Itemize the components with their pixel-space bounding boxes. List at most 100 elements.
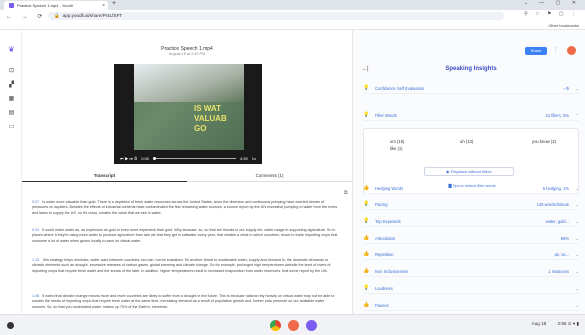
app-sidebar: ❦ ⊡ ▞ ▦ ▤ ▭ ⇄ — [0, 30, 22, 327]
copy-icon[interactable]: ⧉ — [344, 190, 348, 196]
transcript-paragraph: 1:48 It noted that climate change means m… — [32, 294, 335, 309]
lightbulb-icon: 💡 — [363, 85, 370, 91]
os-taskbar: Aug 18 2:56 ⊙ ▾ ▮ — [0, 314, 585, 335]
insight-label: Articulation — [375, 236, 396, 241]
video-caption: IS WAT VALUAB GO — [194, 104, 227, 133]
chevron-icon[interactable]: ⌃ — [576, 110, 579, 121]
insight-value: as, as... — [554, 252, 569, 257]
chevron-icon[interactable]: ⌄ — [576, 199, 579, 210]
timestamp-link[interactable]: 0:34 — [32, 228, 39, 232]
playback-speed[interactable]: 1x — [252, 156, 256, 161]
lightbulb-icon: 💡 — [363, 218, 370, 224]
browser-tab[interactable]: Practice Speech 1.mp4 - Yoodli × — [4, 1, 108, 10]
insights-title: Speaking Insights — [445, 66, 497, 72]
insight-row-pacing[interactable]: 💡 Pacing 145 words/minute ⌄ — [363, 199, 579, 210]
lock-icon: 🔒 — [54, 13, 60, 18]
playback-without-fillers-button[interactable]: ▶ Playback without fillers — [424, 167, 514, 176]
insight-label: Repetition — [375, 252, 394, 257]
more-options-icon[interactable]: ⋮ — [553, 47, 558, 53]
timestamp-link[interactable]: 1:48 — [32, 294, 39, 298]
url-text: app.yoodli.ai/share/Pr4LfSFT — [62, 13, 123, 18]
app-icon[interactable] — [306, 320, 317, 331]
browser-toolbar-icons[interactable]: ⚲ ☆ ⚑ ▢ ⋮ — [524, 11, 579, 17]
seek-handle[interactable] — [153, 156, 157, 160]
insight-row-confidence[interactable]: 💡 Confidence Self Evaluation --/5 ⌄ — [363, 83, 579, 94]
insight-value: 21 fillers, 5% — [545, 113, 569, 118]
system-tray[interactable]: Aug 18 2:56 ⊙ ▾ ▮ — [532, 321, 579, 327]
insight-value: 98% — [560, 236, 569, 241]
filler-word: uh (13) — [460, 139, 474, 144]
tab-close-icon[interactable]: × — [102, 3, 105, 9]
insight-value: --/5 — [562, 86, 569, 91]
content-tabs: Transcript Comments (1) — [22, 170, 352, 182]
browser-tab-bar: Practice Speech 1.mp4 - Yoodli × + ⌄ — ▢… — [0, 0, 585, 10]
chevron-icon[interactable]: ⌄ — [576, 233, 579, 244]
tray-status-icons: ⊙ ▾ ▮ — [567, 321, 579, 326]
tray-date: Aug 18 — [531, 321, 547, 326]
insights-panel: Share ⋮ →| Speaking Insights um (15) lik… — [352, 30, 585, 314]
insight-label: Filler Words — [375, 113, 397, 118]
chevron-icon[interactable]: ⌄ — [576, 183, 579, 194]
comments-icon[interactable]: ▭ — [8, 124, 15, 131]
thumbs-up-icon: 👍 — [363, 235, 370, 241]
filler-word: um (15) — [390, 139, 405, 144]
tab-transcript[interactable]: Transcript — [22, 172, 187, 182]
record-icon[interactable]: ⊡ — [8, 68, 15, 75]
insight-row-non-inclusiveness[interactable]: 👍 Non Inclusiveness 1 instances ⌄ — [363, 266, 579, 277]
insight-row-top-keywords[interactable]: 💡 Top Keywords water, gold... ⌄ — [363, 216, 579, 227]
insight-row-loudness[interactable]: 💡 Loudness ⌄ — [363, 283, 579, 294]
other-bookmarks[interactable]: Other bookmarks — [548, 23, 579, 28]
chevron-icon[interactable]: ⌄ — [576, 266, 579, 277]
analytics-icon[interactable]: ▞ — [8, 82, 15, 89]
chevron-icon[interactable]: ⌄ — [576, 216, 579, 227]
tab-comments[interactable]: Comments (1) — [187, 172, 352, 182]
insight-row-filler-words[interactable]: 💡 Filler Words 21 fillers, 5% ⌃ — [363, 110, 579, 121]
chevron-icon[interactable]: ⌄ — [576, 283, 579, 294]
insight-value: 145 words/minute — [536, 202, 569, 207]
share-button[interactable]: Share — [525, 47, 547, 55]
insight-label: Hedging Words — [375, 186, 404, 191]
insight-row-articulation[interactable]: 👍 Articulation 98% ⌄ — [363, 233, 579, 244]
new-tab-button[interactable]: + — [112, 0, 116, 7]
chevron-icon[interactable]: ⌄ — [576, 83, 579, 94]
time-current: 0:00 — [141, 155, 150, 161]
video-controls: ⏮ ▶ ⏭ ⏱ 0:00 4:39 1x — [114, 152, 262, 164]
insight-label: Confidence Self Evaluation — [375, 86, 425, 91]
insight-label: Top Keywords — [375, 219, 401, 224]
thumbs-up-icon: 👍 — [363, 185, 370, 191]
transcript-paragraph: 0:07 Is water more valuable than gold. Th… — [32, 200, 338, 215]
insight-row-pauses[interactable]: 👍 Pauses ⌄ — [363, 300, 579, 311]
insight-row-hedging-words[interactable]: 👍 Hedging Words 5 hedging, 1% ⌄ — [363, 183, 579, 194]
tab-title: Practice Speech 1.mp4 - Yoodli — [17, 3, 73, 8]
thumbs-up-icon: 👍 — [363, 251, 370, 257]
insights-header: →| Speaking Insights — [361, 66, 581, 78]
app-icon[interactable] — [288, 320, 299, 331]
thumbs-up-icon: 👍 — [363, 302, 370, 308]
dashboard-icon[interactable]: ▦ — [8, 96, 15, 103]
url-field[interactable]: 🔒 app.yoodli.ai/share/Pr4LfSFT — [48, 12, 504, 20]
yoodli-favicon-icon — [9, 3, 14, 8]
yoodli-logo-icon[interactable]: ❦ — [8, 46, 15, 54]
chevron-icon[interactable]: ⌄ — [576, 249, 579, 260]
library-icon[interactable]: ▤ — [8, 110, 15, 117]
chevron-icon[interactable]: ⌄ — [576, 300, 579, 311]
transcript-paragraph: 0:34 It could make water as, as expensive… — [32, 228, 338, 243]
playback-buttons[interactable]: ⏮ ▶ ⏭ ⏱ — [120, 156, 137, 161]
main-content: Practice Speech 1.mp4 August 18 at 2:40 … — [22, 30, 352, 314]
insight-label: Pauses — [375, 303, 389, 308]
window-controls[interactable]: ⌄ — ▢ ✕ — [524, 0, 581, 6]
chrome-app-icon[interactable] — [270, 320, 281, 331]
launcher-icon[interactable] — [7, 322, 14, 329]
avatar[interactable] — [567, 46, 576, 55]
time-total: 4:39 — [239, 155, 248, 161]
video-player[interactable]: IS WAT VALUAB GO ⏮ ▶ ⏭ ⏱ 0:00 4:39 1x — [114, 64, 262, 164]
timestamp-link[interactable]: 0:07 — [32, 200, 39, 204]
nav-buttons[interactable]: ← → ⟳ — [6, 13, 46, 20]
seek-bar[interactable] — [153, 156, 236, 160]
lightbulb-icon: 💡 — [363, 112, 370, 118]
filler-word: like (1) — [390, 146, 403, 151]
timestamp-link[interactable]: 1:10 — [32, 258, 39, 262]
bookmarks-bar: Other bookmarks — [0, 22, 585, 30]
insight-row-repetition[interactable]: 👍 Repetition as, as... ⌄ — [363, 249, 579, 260]
video-date: August 18 at 2:40 PM — [168, 52, 206, 56]
